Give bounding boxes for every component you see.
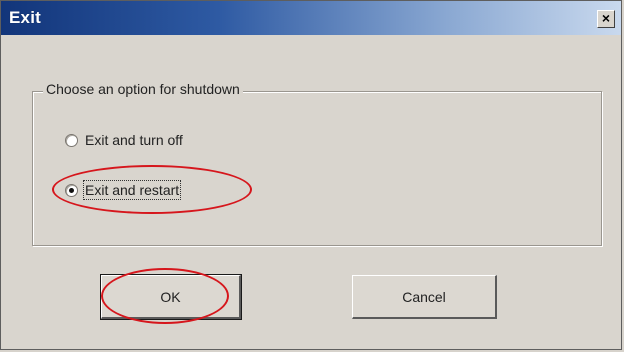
title-bar[interactable]: Exit × [1, 1, 621, 35]
close-button[interactable]: × [597, 10, 615, 28]
group-legend: Choose an option for shutdown [43, 81, 243, 97]
ok-button[interactable]: OK [100, 274, 242, 320]
exit-dialog: Exit × Choose an option for shutdown Exi… [0, 0, 622, 350]
cancel-button-label: Cancel [402, 288, 446, 305]
option-label: Exit and restart [82, 180, 182, 200]
cancel-button[interactable]: Cancel [352, 275, 497, 319]
dialog-title: Exit [9, 8, 41, 27]
ok-button-label: OK [160, 288, 181, 305]
radio-button-icon[interactable] [65, 183, 78, 197]
option-label: Exit and turn off [85, 132, 183, 148]
close-icon: × [601, 10, 611, 26]
shutdown-options-group [32, 91, 602, 246]
option-exit-and-turn-off[interactable]: Exit and turn off [65, 132, 183, 148]
option-exit-and-restart[interactable]: Exit and restart [65, 180, 182, 200]
radio-button-icon[interactable] [65, 133, 78, 147]
